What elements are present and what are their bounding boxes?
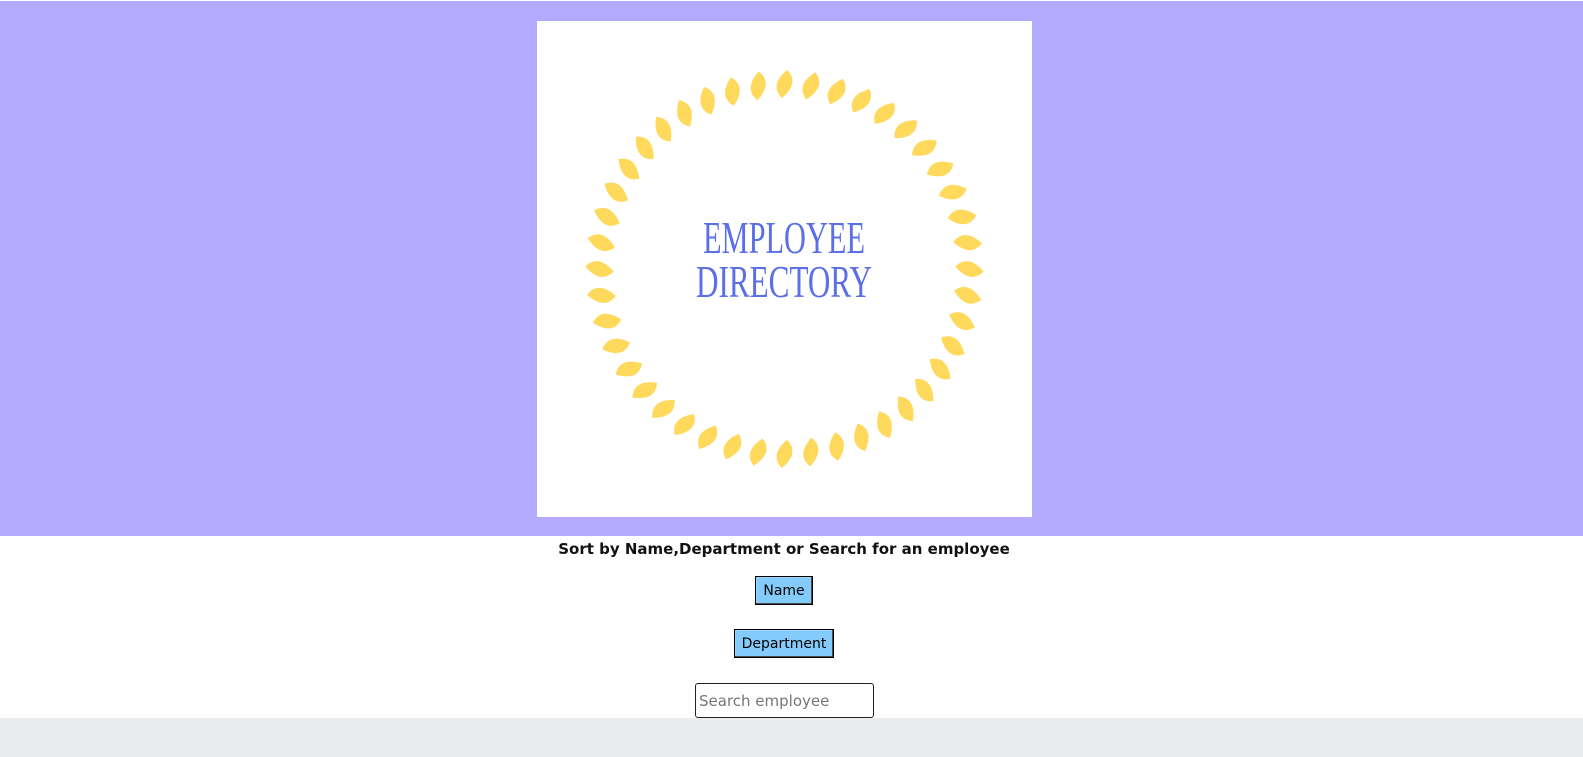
rope-strand (947, 209, 977, 225)
rope-strand (829, 432, 844, 461)
rope-strand (635, 136, 654, 160)
rope-strand (938, 184, 967, 200)
rope-strand (618, 158, 640, 180)
rope-strand (776, 69, 793, 99)
logo-card: EMPLOYEE DIRECTORY (537, 21, 1032, 517)
sort-heading: Sort by Name,Department or Search for an… (558, 540, 1010, 558)
rope-strand (655, 116, 672, 142)
rope-strand (615, 361, 643, 377)
rope-strand (725, 77, 740, 106)
rope-strand (854, 423, 869, 452)
rope-strand (587, 234, 615, 252)
rope-strand (602, 338, 631, 354)
rope-strand (894, 120, 917, 139)
rope-strand (632, 382, 657, 399)
rope-strand (585, 261, 614, 277)
rope-strand (954, 286, 982, 304)
logo-title-line2: DIRECTORY (696, 256, 872, 307)
rope-strand (955, 261, 984, 277)
rope-strand (953, 235, 982, 251)
rope-strand (587, 287, 616, 303)
rope-strand (827, 78, 846, 105)
rope-strand (592, 313, 622, 329)
rope-strand (700, 86, 715, 115)
rope-strand (776, 439, 793, 469)
rope-strand (652, 399, 675, 418)
rope-strand (803, 437, 819, 467)
rope-strand (851, 88, 871, 113)
rope-strand (877, 411, 892, 438)
sort-by-name-button[interactable]: Name (755, 576, 813, 605)
rope-strand (912, 139, 937, 156)
employee-directory-logo: EMPLOYEE DIRECTORY (585, 69, 984, 469)
rope-strand (949, 312, 975, 331)
rope-strand (941, 336, 965, 356)
rope-strand (897, 396, 914, 422)
footer-bar (0, 718, 1583, 757)
rope-strand (749, 438, 767, 466)
rope-strand (674, 414, 695, 436)
rope-strand (604, 182, 628, 202)
controls-section: Sort by Name,Department or Search for an… (0, 536, 1583, 718)
sort-by-department-button[interactable]: Department (734, 629, 834, 658)
rope-strand (926, 161, 954, 177)
search-employee-input[interactable] (695, 683, 874, 718)
rope-strand (594, 207, 620, 226)
rope-strand (929, 358, 951, 380)
rope-strand (802, 72, 820, 100)
header-banner: EMPLOYEE DIRECTORY (0, 1, 1583, 536)
rope-strand (677, 100, 692, 127)
rope-strand (915, 378, 934, 402)
rope-strand (874, 102, 895, 124)
rope-strand (698, 425, 718, 450)
rope-strand (750, 71, 766, 101)
rope-strand (723, 433, 742, 460)
